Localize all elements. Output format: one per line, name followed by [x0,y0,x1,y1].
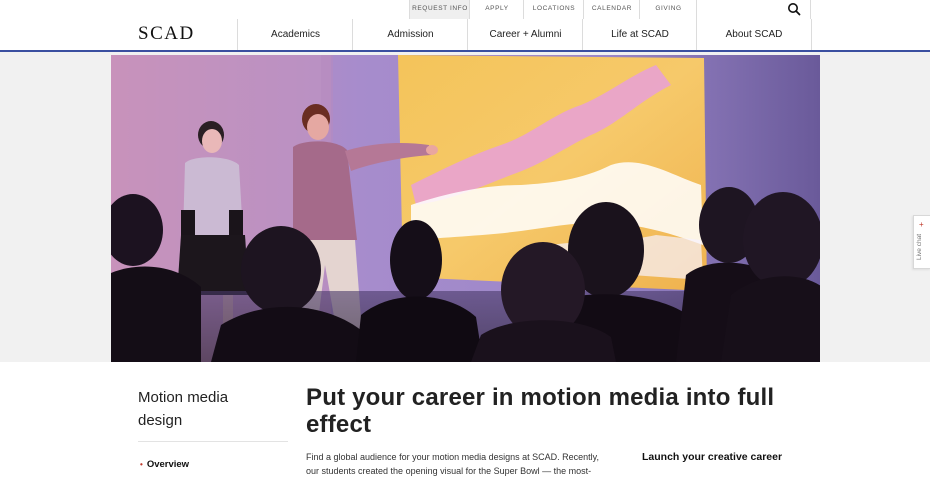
apply-link[interactable]: APPLY [469,0,524,19]
launch-career-heading: Launch your creative career [642,451,783,463]
giving-link[interactable]: GIVING [639,0,697,19]
hero-image [111,55,820,362]
intro-line1: Find a global audience for your motion m… [306,452,599,462]
page-heading-line1: Put your career in motion media into ful… [306,384,775,411]
nav-career-alumni[interactable]: Career + Alumni [467,19,583,50]
sidebar-item-overview[interactable]: • Overview [140,459,189,470]
request-info-link[interactable]: REQUEST INFO [409,0,470,19]
program-title-line2: design [138,412,183,429]
utility-divider [696,0,697,19]
locations-link[interactable]: LOCATIONS [523,0,584,19]
sidebar-item-label: Overview [146,459,190,470]
utility-bar: REQUEST INFO APPLY LOCATIONS CALENDAR GI… [0,0,930,20]
scad-logo[interactable]: SCAD [138,23,195,45]
live-chat-tab[interactable]: + Live chat [913,215,930,269]
program-title-line1: Motion media [138,389,229,406]
calendar-link[interactable]: CALENDAR [583,0,640,19]
intro-paragraph: Find a global audience for your motion m… [306,450,616,478]
bullet-icon: • [140,460,143,469]
page-heading-line2: effect [306,411,372,438]
intro-line2: our students created the opening visual … [306,466,592,476]
sidebar-divider [138,441,288,442]
live-chat-label: Live chat [916,233,923,260]
program-title: Motion media design [138,386,278,432]
hero-photo [111,55,820,362]
plus-icon: + [919,220,924,229]
utility-divider [810,0,811,19]
nav-life-at-scad[interactable]: Life at SCAD [582,19,697,50]
page-heading: Put your career in motion media into ful… [306,384,806,438]
search-icon [788,3,801,16]
nav-admission[interactable]: Admission [352,19,468,50]
main-nav: SCAD Academics Admission Career + Alumni… [0,19,930,52]
nav-academics[interactable]: Academics [237,19,353,50]
nav-about-scad[interactable]: About SCAD [696,19,812,50]
search-button[interactable] [785,1,803,18]
